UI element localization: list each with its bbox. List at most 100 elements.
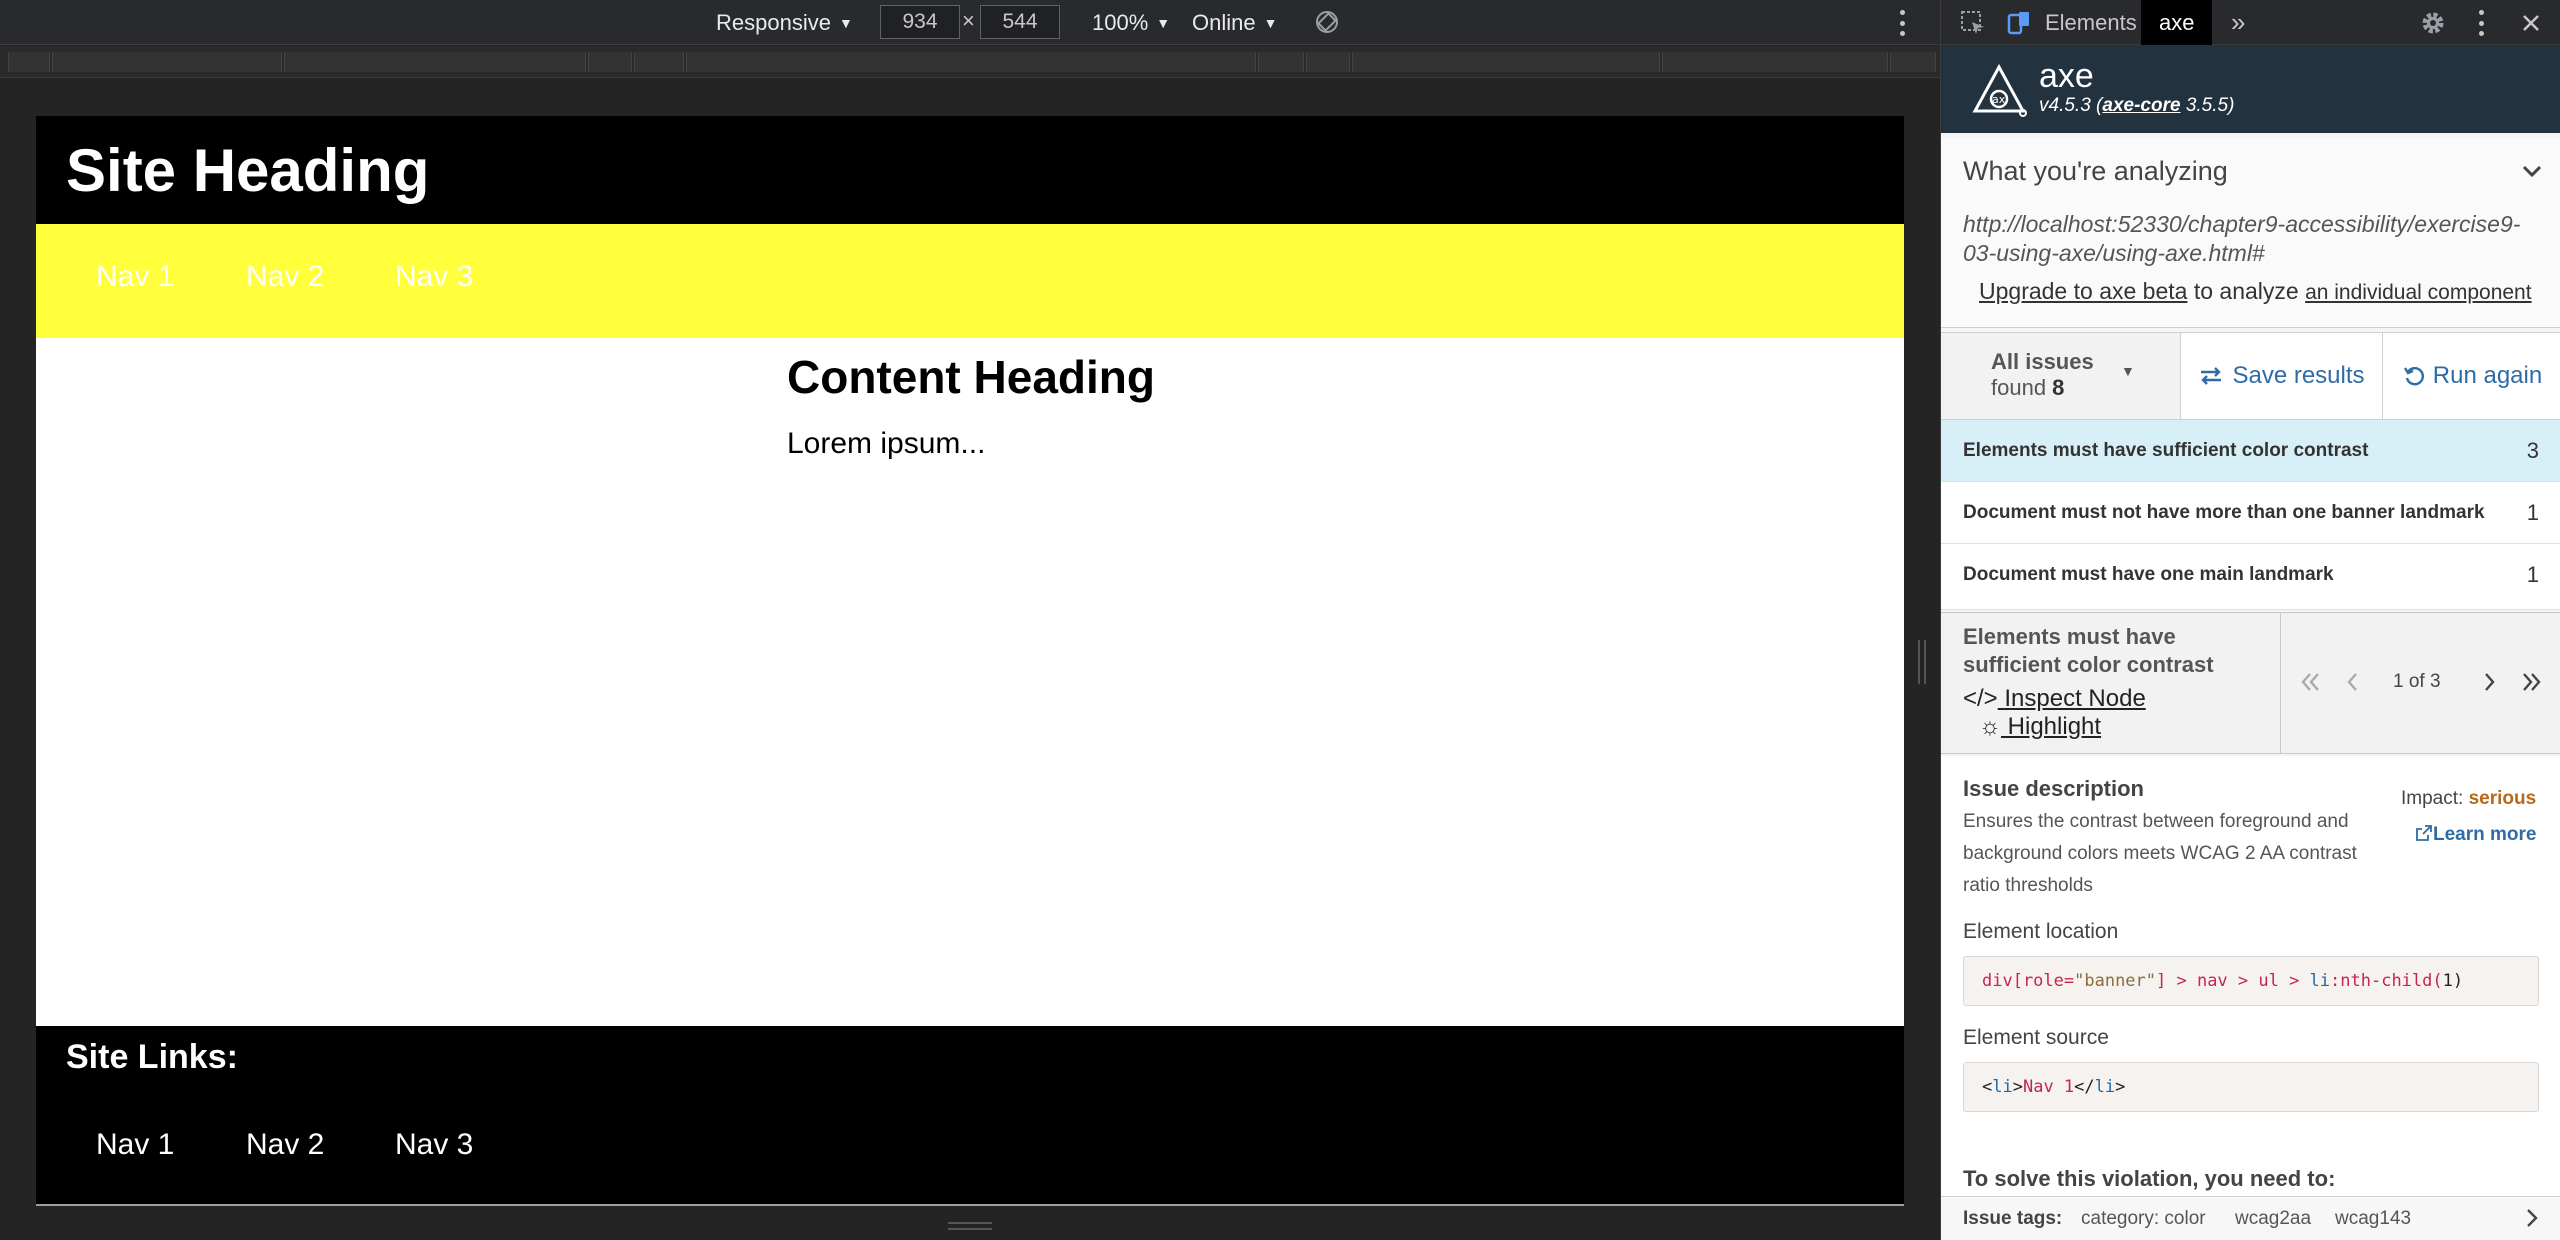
- page-viewport: Site Heading Nav 1 Nav 2 Nav 3 Content H…: [36, 116, 1904, 1206]
- device-select-label: Responsive: [716, 9, 831, 35]
- upgrade-link[interactable]: Upgrade to axe beta: [1979, 278, 2187, 304]
- devtools-panel: Elements axe » ax axe v4.5.3 (axe-core 3…: [1940, 0, 2560, 1240]
- save-results-button[interactable]: Save results: [2181, 333, 2383, 419]
- site-footer: Site Links: Nav 1 Nav 2 Nav 3: [36, 1026, 1904, 1206]
- axe-header: ax axe v4.5.3 (axe-core 3.5.5): [1941, 45, 2560, 133]
- analyzed-url: http://localhost:52330/chapter9-accessib…: [1963, 211, 2521, 266]
- nav-link-3[interactable]: Nav 3: [395, 260, 473, 294]
- analyzing-section: What you're analyzing http://localhost:5…: [1941, 138, 2560, 328]
- issue-tag: wcag2aa: [2235, 1208, 2312, 1229]
- issue-tag: wcag143: [2335, 1208, 2412, 1229]
- axe-title: axe: [2039, 57, 2094, 95]
- rotate-icon[interactable]: [1314, 9, 1340, 35]
- inspect-element-icon[interactable]: [1959, 9, 1987, 37]
- issue-item-count: 1: [2526, 562, 2539, 587]
- media-query-ruler: [0, 46, 1940, 78]
- refresh-icon: [2403, 367, 2424, 386]
- viewport-resize-handle[interactable]: [1918, 640, 1926, 684]
- filter-label: All issues: [1991, 349, 2094, 374]
- issue-pager: 1 of 3: [2281, 613, 2560, 753]
- analyzing-title[interactable]: What you're analyzing: [1963, 156, 2228, 187]
- individual-component-link[interactable]: an individual component: [2305, 281, 2532, 304]
- issue-detail-header: Elements must have sufficient color cont…: [1941, 612, 2560, 754]
- issue-description-text: Ensures the contrast between foreground …: [1963, 811, 2357, 896]
- issue-item-text: Document must have one main landmark: [1963, 564, 2334, 585]
- last-page-icon[interactable]: [2519, 669, 2545, 695]
- issue-item-count: 3: [2526, 438, 2539, 463]
- network-select[interactable]: Online ▼: [1192, 0, 1277, 45]
- nav-link-1[interactable]: Nav 1: [96, 260, 174, 294]
- more-tabs-button[interactable]: »: [2213, 0, 2263, 45]
- caret-down-icon: ▼: [2121, 363, 2135, 379]
- chevron-right-icon[interactable]: [2521, 1207, 2543, 1229]
- axe-version: v4.5.3 (axe-core 3.5.5): [2039, 95, 2235, 116]
- tab-axe[interactable]: axe: [2141, 0, 2213, 45]
- device-select[interactable]: Responsive ▼: [716, 0, 853, 45]
- kebab-menu-icon[interactable]: [2477, 10, 2485, 36]
- devtools-tabbar: Elements axe »: [1941, 0, 2560, 45]
- network-label: Online: [1192, 9, 1256, 35]
- site-heading: Site Heading: [66, 137, 430, 204]
- caret-down-icon: ▼: [1263, 14, 1278, 31]
- zoom-label: 100%: [1092, 9, 1149, 35]
- site-banner: Site Heading: [36, 116, 1904, 224]
- issue-tags-bar: Issue tags: category: color wcag2aa wcag…: [1941, 1196, 2560, 1240]
- app-root: Responsive ▼ 934 × 544 100% ▼ Online ▼ S…: [0, 0, 2560, 1240]
- element-location-code: div[role="banner"] > nav > ul > li:nth-c…: [1963, 956, 2539, 1006]
- issue-item-count: 1: [2526, 500, 2539, 525]
- axe-logo-icon: ax: [1972, 63, 2027, 117]
- prev-page-icon[interactable]: [2339, 669, 2365, 695]
- content-body: Lorem ipsum...: [787, 427, 986, 460]
- next-page-icon[interactable]: [2477, 669, 2503, 695]
- swap-arrows-icon: [2201, 367, 2222, 385]
- issue-item[interactable]: Document must not have more than one ban…: [1941, 482, 2560, 544]
- issue-tags-label: Issue tags:: [1963, 1208, 2063, 1229]
- issue-detail-title: Elements must have sufficient color cont…: [1963, 624, 2214, 677]
- zoom-select[interactable]: 100% ▼: [1092, 0, 1170, 45]
- issue-description-title: Issue description: [1963, 776, 2144, 801]
- issue-detail-info: Elements must have sufficient color cont…: [1941, 613, 2281, 753]
- width-input[interactable]: 934: [880, 5, 960, 39]
- found-count: found 8: [1991, 375, 2065, 400]
- inspect-node-button[interactable]: </> Inspect Node: [1963, 685, 2146, 713]
- viewport-bottom-resize-handle[interactable]: [948, 1222, 992, 1230]
- upgrade-line: Upgrade to axe beta to analyze an indivi…: [1979, 278, 2532, 304]
- results-actions: All issues found 8 ▼ Save results Run ag…: [1941, 332, 2560, 420]
- dimension-separator: ×: [962, 8, 975, 33]
- footer-link-3[interactable]: Nav 3: [395, 1128, 473, 1162]
- chevron-down-icon[interactable]: [2519, 158, 2545, 184]
- tab-elements[interactable]: Elements: [2027, 0, 2155, 45]
- caret-down-icon: ▼: [838, 14, 853, 31]
- page-indicator: 1 of 3: [2393, 671, 2441, 692]
- issue-item[interactable]: Elements must have sufficient color cont…: [1941, 420, 2560, 482]
- code-icon: </>: [1963, 685, 1998, 712]
- device-toolbar: Responsive ▼ 934 × 544 100% ▼ Online ▼: [0, 0, 1940, 45]
- element-source-code: <li>Nav 1</li>: [1963, 1062, 2539, 1112]
- site-nav: Nav 1 Nav 2 Nav 3: [36, 224, 1904, 338]
- footer-link-1[interactable]: Nav 1: [96, 1128, 174, 1162]
- element-location-label: Element location: [1963, 920, 2119, 943]
- impact-label: Impact: serious: [2401, 788, 2537, 809]
- content-heading: Content Heading: [787, 351, 1155, 403]
- element-source-label: Element source: [1963, 1026, 2109, 1049]
- external-link-icon: [2416, 825, 2432, 841]
- footer-link-2[interactable]: Nav 2: [246, 1128, 324, 1162]
- issue-tag: category: color: [2081, 1208, 2206, 1229]
- axe-core-link[interactable]: axe-core: [2102, 95, 2180, 116]
- solve-violation-heading: To solve this violation, you need to:: [1963, 1166, 2336, 1191]
- issue-item[interactable]: Document must have one main landmark 1: [1941, 544, 2560, 610]
- issue-item-text: Elements must have sufficient color cont…: [1963, 440, 2369, 461]
- kebab-menu-icon[interactable]: [1898, 10, 1906, 36]
- height-input[interactable]: 544: [980, 5, 1060, 39]
- run-again-button[interactable]: Run again: [2384, 333, 2560, 419]
- nav-link-2[interactable]: Nav 2: [246, 260, 324, 294]
- footer-title: Site Links:: [66, 1038, 238, 1076]
- gear-icon[interactable]: [2419, 9, 2447, 37]
- highlight-button[interactable]: ☼ Highlight: [1979, 713, 2101, 741]
- close-icon[interactable]: [2517, 9, 2545, 37]
- first-page-icon[interactable]: [2297, 669, 2323, 695]
- highlight-icon: ☼: [1979, 713, 2001, 740]
- footer-divider: [36, 1204, 1904, 1206]
- issue-filter-select[interactable]: All issues found 8 ▼: [1941, 333, 2181, 419]
- learn-more-link[interactable]: Learn more: [2415, 824, 2536, 846]
